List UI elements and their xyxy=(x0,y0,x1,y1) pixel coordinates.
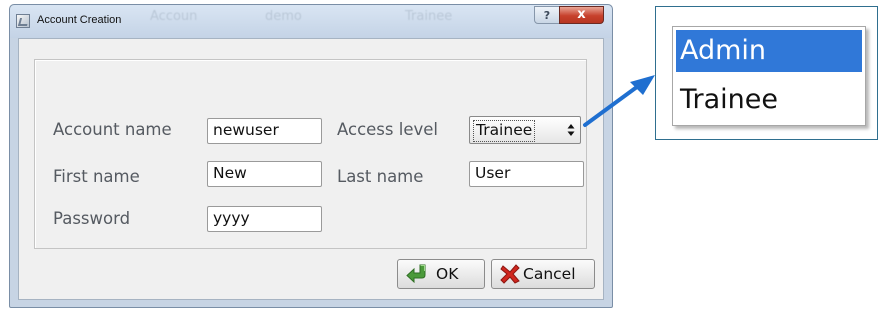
stage: Accoun demo Trainee Account Creation ? x… xyxy=(0,0,884,312)
pointer-arrow xyxy=(583,75,655,127)
